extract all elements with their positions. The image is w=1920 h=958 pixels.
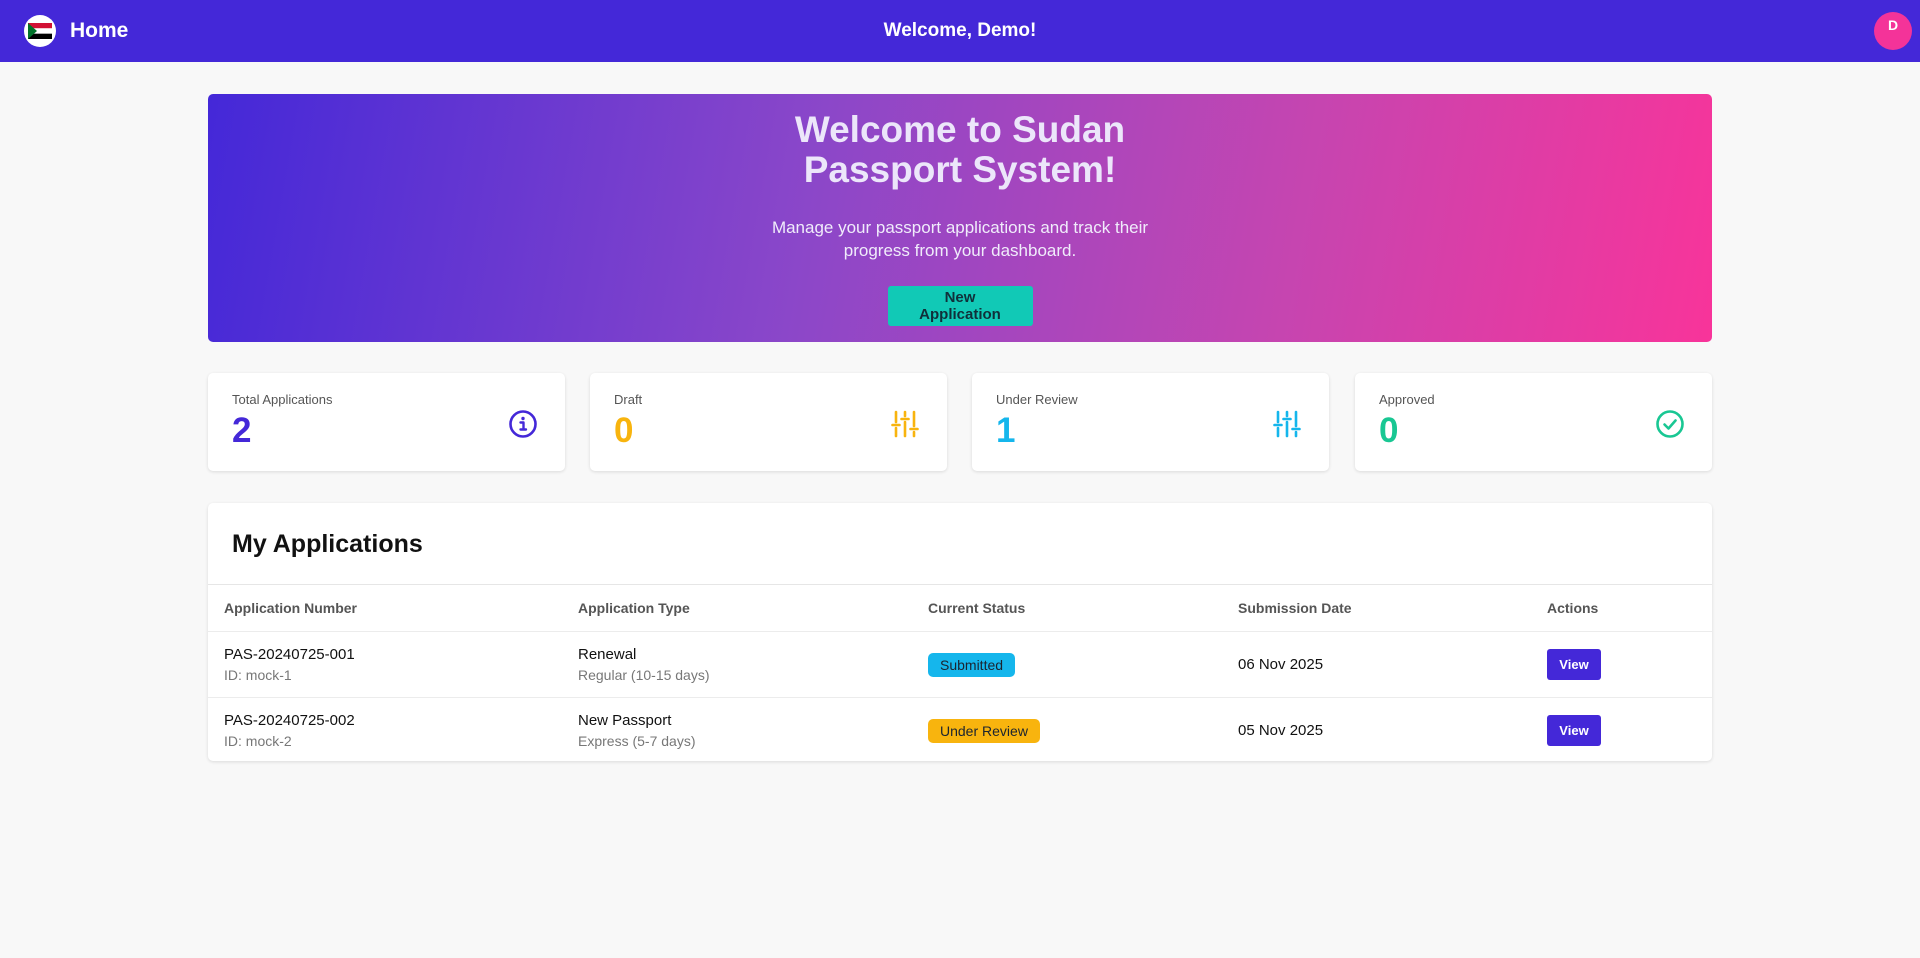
application-type: Renewal [578, 646, 637, 663]
nav-title[interactable]: Home [70, 19, 128, 43]
application-number: PAS-20240725-002 [224, 712, 355, 729]
application-number-cell: PAS-20240725-002 ID: mock-2 [208, 698, 562, 764]
stat-card-draft: Draft 0 [590, 373, 947, 471]
stat-value: 1 [996, 411, 1016, 450]
sudan-flag-logo-icon[interactable] [24, 15, 56, 47]
column-header: Current Status [912, 585, 1222, 632]
table-header-row: Application Number Application Type Curr… [208, 585, 1712, 632]
table-row: PAS-20240725-001 ID: mock-1 Renewal Regu… [208, 631, 1712, 698]
banner-subtitle: Manage your passport applications and tr… [771, 218, 1149, 260]
nav-welcome-text: Welcome, Demo! [883, 20, 1037, 41]
applications-table: Application Number Application Type Curr… [208, 585, 1712, 763]
application-id: ID: mock-2 [224, 733, 292, 749]
actions-cell: View [1531, 698, 1712, 764]
stats-row: Total Applications 2 Draft 0 Under Revie… [208, 373, 1712, 471]
banner-title: Welcome to Sudan Passport System! [794, 109, 1126, 190]
application-id: ID: mock-1 [224, 667, 292, 683]
stat-value: 0 [1379, 411, 1399, 450]
column-header: Actions [1531, 585, 1712, 632]
nav-brand[interactable]: Home [24, 15, 128, 47]
info-circle-icon [509, 410, 537, 438]
stat-label: Approved [1379, 392, 1435, 407]
sliders-icon [1273, 410, 1301, 438]
status-badge: Submitted [928, 652, 1016, 677]
table-row: PAS-20240725-002 ID: mock-2 New Passport… [208, 698, 1712, 764]
welcome-banner: Welcome to Sudan Passport System! Manage… [208, 94, 1712, 342]
application-type-cell: Renewal Regular (10-15 days) [562, 631, 912, 698]
submission-date: 06 Nov 2025 [1222, 631, 1531, 698]
view-button[interactable]: View [1547, 649, 1601, 680]
submission-date: 05 Nov 2025 [1238, 722, 1324, 739]
applications-title: My Applications [232, 530, 423, 558]
new-application-button[interactable]: New Application [887, 286, 1033, 326]
view-button[interactable]: View [1547, 715, 1601, 746]
user-avatar[interactable]: D [1874, 12, 1912, 50]
status-cell: Under Review [912, 698, 1222, 764]
column-header: Application Type [562, 585, 912, 632]
application-type: New Passport [578, 712, 672, 729]
stat-label: Total Applications [232, 392, 333, 407]
actions-cell: View [1531, 631, 1712, 698]
application-type-cell: New Passport Express (5-7 days) [562, 698, 912, 764]
stat-card-approved: Approved 0 [1355, 373, 1712, 471]
sliders-icon [891, 410, 919, 438]
processing-speed: Regular (10-15 days) [578, 667, 710, 683]
application-number: PAS-20240725-001 [224, 646, 355, 663]
my-applications-panel: My Applications Application Number Appli… [208, 503, 1712, 761]
column-header: Application Number [208, 585, 562, 632]
status-badge: Under Review [928, 718, 1040, 743]
stat-label: Under Review [996, 392, 1078, 407]
stat-value: 0 [614, 411, 634, 450]
application-number-cell: PAS-20240725-001 ID: mock-1 [208, 631, 562, 698]
stat-card-under-review: Under Review 1 [972, 373, 1329, 471]
stat-value: 2 [232, 411, 252, 450]
stat-card-total: Total Applications 2 [208, 373, 565, 471]
processing-speed: Express (5-7 days) [578, 733, 696, 749]
top-navbar: Home Welcome, Demo! D [0, 0, 1920, 62]
column-header: Submission Date [1222, 585, 1531, 632]
check-circle-icon [1656, 410, 1684, 438]
status-cell: Submitted [912, 631, 1222, 698]
stat-label: Draft [614, 392, 643, 407]
